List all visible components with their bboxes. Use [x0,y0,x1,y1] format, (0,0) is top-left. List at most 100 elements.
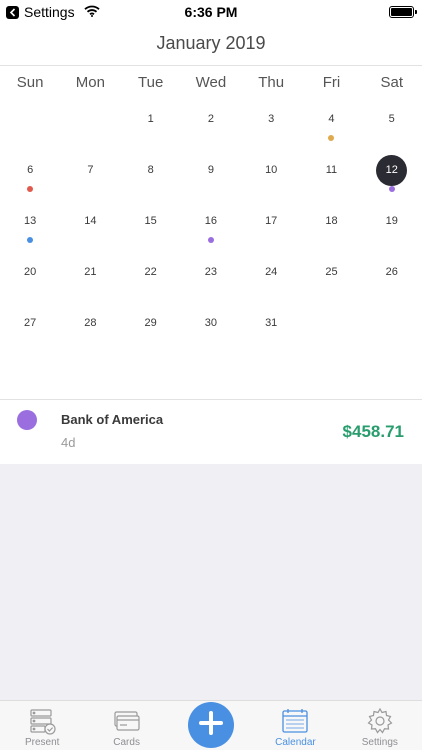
day-cell[interactable]: 17 [241,202,301,253]
day-cell[interactable]: 21 [60,253,120,304]
weekday-tue: Tue [138,74,164,91]
month-title: January 2019 [156,33,266,53]
day-number: 16 [204,215,218,227]
battery-icon [389,6,417,18]
day-number: 20 [24,266,37,278]
day-cell[interactable]: 7 [60,151,120,202]
day-cell[interactable]: 22 [121,253,181,304]
day-cell[interactable]: 4 [301,100,361,151]
gear-icon [366,707,394,740]
present-icon [28,707,56,740]
weekday-fri: Fri [322,74,341,91]
day-cell[interactable]: 5 [362,100,422,151]
day-cell[interactable]: 24 [241,253,301,304]
day-cell[interactable]: 29 [121,304,181,355]
day-cell[interactable]: 12 [362,151,422,202]
event-dot [27,186,34,192]
event-dot [27,237,34,243]
weekday-thu: Thu [258,74,285,91]
add-button[interactable] [188,702,234,748]
tab-settings[interactable]: Settings [338,701,422,750]
day-cell[interactable]: 2 [181,100,241,151]
day-cell[interactable]: 11 [301,151,361,202]
day-number: 8 [147,164,154,176]
calendar-icon [281,707,309,740]
event-row[interactable]: Bank of America 4d $458.71 [0,400,422,464]
event-dot [207,237,214,243]
day-number: 10 [265,164,278,176]
day-cell[interactable]: 9 [181,151,241,202]
day-cell[interactable]: 31 [241,304,301,355]
back-arrow-icon [6,5,19,19]
day-number: 7 [87,164,94,176]
day-number: 26 [385,266,398,278]
tab-calendar[interactable]: Calendar [253,701,337,750]
empty-day-cell [301,304,361,355]
day-cell[interactable]: 30 [181,304,241,355]
back-to-settings[interactable]: Settings [6,4,100,20]
weekday-mon: Mon [75,74,105,91]
day-number: 25 [325,266,338,278]
day-number: 15 [144,215,157,227]
calendar-week: 27 28 29 30 31 [0,304,422,355]
day-number: 22 [144,266,157,278]
event-color-dot [17,410,37,430]
day-cell[interactable]: 19 [362,202,422,253]
day-cell[interactable]: 8 [121,151,181,202]
calendar-week: 13 14 15 16 17 18 19 [0,202,422,253]
day-cell[interactable]: 20 [0,253,60,304]
day-number: 17 [265,215,278,227]
calendar-grid: 1 2 3 4 5 6 7 8 9 10 11 12 13 14 15 16 17 18 19 20 21 22 23 24 2… [0,100,422,355]
day-number: 21 [84,266,97,278]
back-label: Settings [24,4,75,20]
day-number: 12 [385,164,398,176]
plus-icon [199,710,223,740]
calendar-week: 1 2 3 4 5 [0,100,422,151]
wifi-icon [83,4,100,20]
day-cell[interactable]: 14 [60,202,120,253]
day-number: 13 [24,215,37,227]
day-number: 31 [265,317,278,329]
tab-cards[interactable]: Cards [84,701,168,750]
weekday-sat: Sat [380,74,403,91]
event-amount: $458.71 [342,422,404,441]
day-number: 11 [325,164,338,176]
day-cell[interactable]: 6 [0,151,60,202]
status-bar: Settings 6:36 PM [0,0,422,24]
event-name: Bank of America [61,412,164,427]
day-number: 18 [325,215,338,227]
day-cell[interactable]: 27 [0,304,60,355]
day-number: 5 [388,113,395,125]
calendar-week: 20 21 22 23 24 25 26 [0,253,422,304]
day-number: 29 [144,317,157,329]
calendar-week: 6 7 8 9 10 11 12 [0,151,422,202]
empty-day-cell [0,100,60,151]
day-cell[interactable]: 10 [241,151,301,202]
day-cell[interactable]: 1 [121,100,181,151]
day-cell[interactable]: 26 [362,253,422,304]
day-number: 1 [147,113,154,125]
day-cell[interactable]: 23 [181,253,241,304]
day-cell[interactable]: 28 [60,304,120,355]
day-cell[interactable]: 3 [241,100,301,151]
empty-area [0,464,422,700]
empty-day-cell [60,100,120,151]
event-dot [388,186,395,192]
day-number: 4 [328,113,335,125]
day-cell[interactable]: 13 [0,202,60,253]
day-number: 19 [385,215,398,227]
weekday-header: Sun Mon Tue Wed Thu Fri Sat [0,74,422,91]
tab-present[interactable]: Present [0,701,84,750]
event-days-remaining: 4d [61,435,76,450]
day-cell[interactable]: 15 [121,202,181,253]
weekday-wed: Wed [195,74,227,91]
day-cell[interactable]: 18 [301,202,361,253]
day-cell[interactable]: 16 [181,202,241,253]
day-number: 2 [207,113,214,125]
day-cell[interactable]: 25 [301,253,361,304]
day-number: 24 [265,266,278,278]
header-divider [0,65,422,66]
day-number: 23 [204,266,218,278]
day-number: 6 [27,164,34,176]
weekday-sun: Sun [16,74,44,91]
